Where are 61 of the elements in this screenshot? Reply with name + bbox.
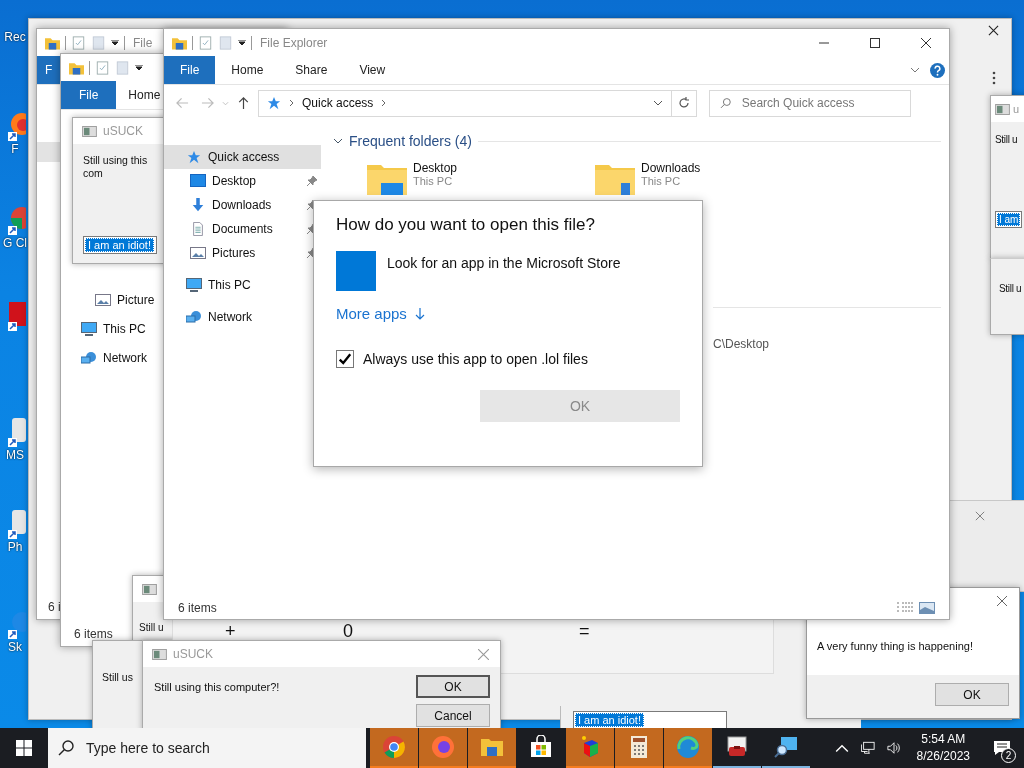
search-field[interactable]: Search Quick access	[709, 89, 911, 117]
desktop-icon-label[interactable]: F	[3, 142, 27, 156]
calculator-key[interactable]: 0	[343, 621, 353, 641]
checkbox-label[interactable]: Always use this app to open .lol files	[363, 351, 588, 367]
status-text: 6 items	[74, 627, 113, 641]
text-field[interactable]: I am an idiot!	[573, 711, 727, 728]
text-field[interactable]: I am	[995, 211, 1023, 228]
more-apps-link[interactable]: More apps	[336, 305, 425, 322]
clock[interactable]: 5:54 AM 8/26/2023	[906, 728, 980, 768]
search-field[interactable]: Type here to search	[84, 739, 348, 757]
window-title: File Explorer	[260, 35, 328, 50]
text-field[interactable]: I am an idiot!	[83, 236, 157, 254]
ribbon-tab[interactable]: File	[164, 56, 216, 84]
nav-item[interactable]: Documents	[164, 217, 307, 241]
dialog-title: u	[1013, 103, 1020, 115]
folder-location: This PC	[641, 175, 682, 187]
nav-item[interactable]: Network	[103, 351, 147, 365]
ribbon-tab[interactable]: Home	[215, 56, 280, 84]
dialog-message: Still us	[102, 671, 133, 683]
address-bar[interactable]: Quick access	[258, 89, 672, 117]
desktop-icon-label[interactable]: MS	[3, 448, 27, 462]
ok-button[interactable]: OK	[935, 683, 1009, 706]
desktop-icon-label[interactable]: Ph	[3, 540, 27, 554]
calculator-key[interactable]: +	[225, 621, 236, 641]
folder-name[interactable]: Downloads	[641, 161, 701, 175]
dialog-title: uSUCK	[103, 124, 143, 138]
dialog-message: Still using this computer?!	[154, 681, 281, 695]
folder-location: This PC	[413, 175, 454, 187]
nav-item[interactable]: Desktop	[164, 169, 307, 193]
app-option[interactable]: Look for an app in the Microsoft Store	[336, 251, 680, 291]
status-text: 6 items	[178, 601, 217, 615]
dialog-message: Still u	[995, 134, 1018, 145]
window-title: File	[133, 35, 153, 50]
calculator-key[interactable]: =	[579, 621, 590, 641]
desktop-icon-label[interactable]: Sk	[3, 640, 27, 654]
nav-item[interactable]: Quick access	[164, 145, 321, 169]
ribbon-tab[interactable]: Home	[116, 81, 161, 109]
ok-button[interactable]: OK	[416, 675, 490, 698]
notification-badge: 2	[1001, 748, 1016, 763]
nav-item[interactable]: Downloads	[164, 193, 307, 217]
dialog-message: A very funny thing is happening!	[817, 640, 973, 652]
desktop-icon-label[interactable]: G Cl	[3, 236, 27, 250]
dialog-message: Still u	[139, 622, 164, 633]
dialog-message: Still u	[999, 283, 1022, 294]
dialog-message: Still using this com	[83, 154, 149, 180]
nav-item[interactable]: Pictures	[164, 241, 307, 265]
dialog-title: How do you want to open this file?	[336, 215, 596, 235]
nav-item[interactable]: Picture	[117, 293, 155, 307]
ribbon-tab[interactable]: File	[61, 81, 117, 109]
file-path: C\Desktop	[713, 337, 770, 351]
search-field[interactable]: Type here to search	[48, 728, 366, 768]
cancel-button[interactable]: Cancel	[416, 704, 490, 727]
ribbon-tab[interactable]: F	[37, 56, 61, 84]
ribbon-tab[interactable]: Share	[279, 56, 344, 84]
nav-item[interactable]: This PC	[103, 322, 146, 336]
ribbon-tab[interactable]: View	[343, 56, 402, 84]
dialog-title: uSUCK	[173, 647, 213, 661]
folder-name[interactable]: Desktop	[413, 161, 458, 175]
section-header[interactable]: Frequent folders (4)	[349, 133, 472, 149]
desktop-icon-label[interactable]: Rec	[3, 30, 27, 44]
status-text: 6 i	[48, 600, 61, 614]
